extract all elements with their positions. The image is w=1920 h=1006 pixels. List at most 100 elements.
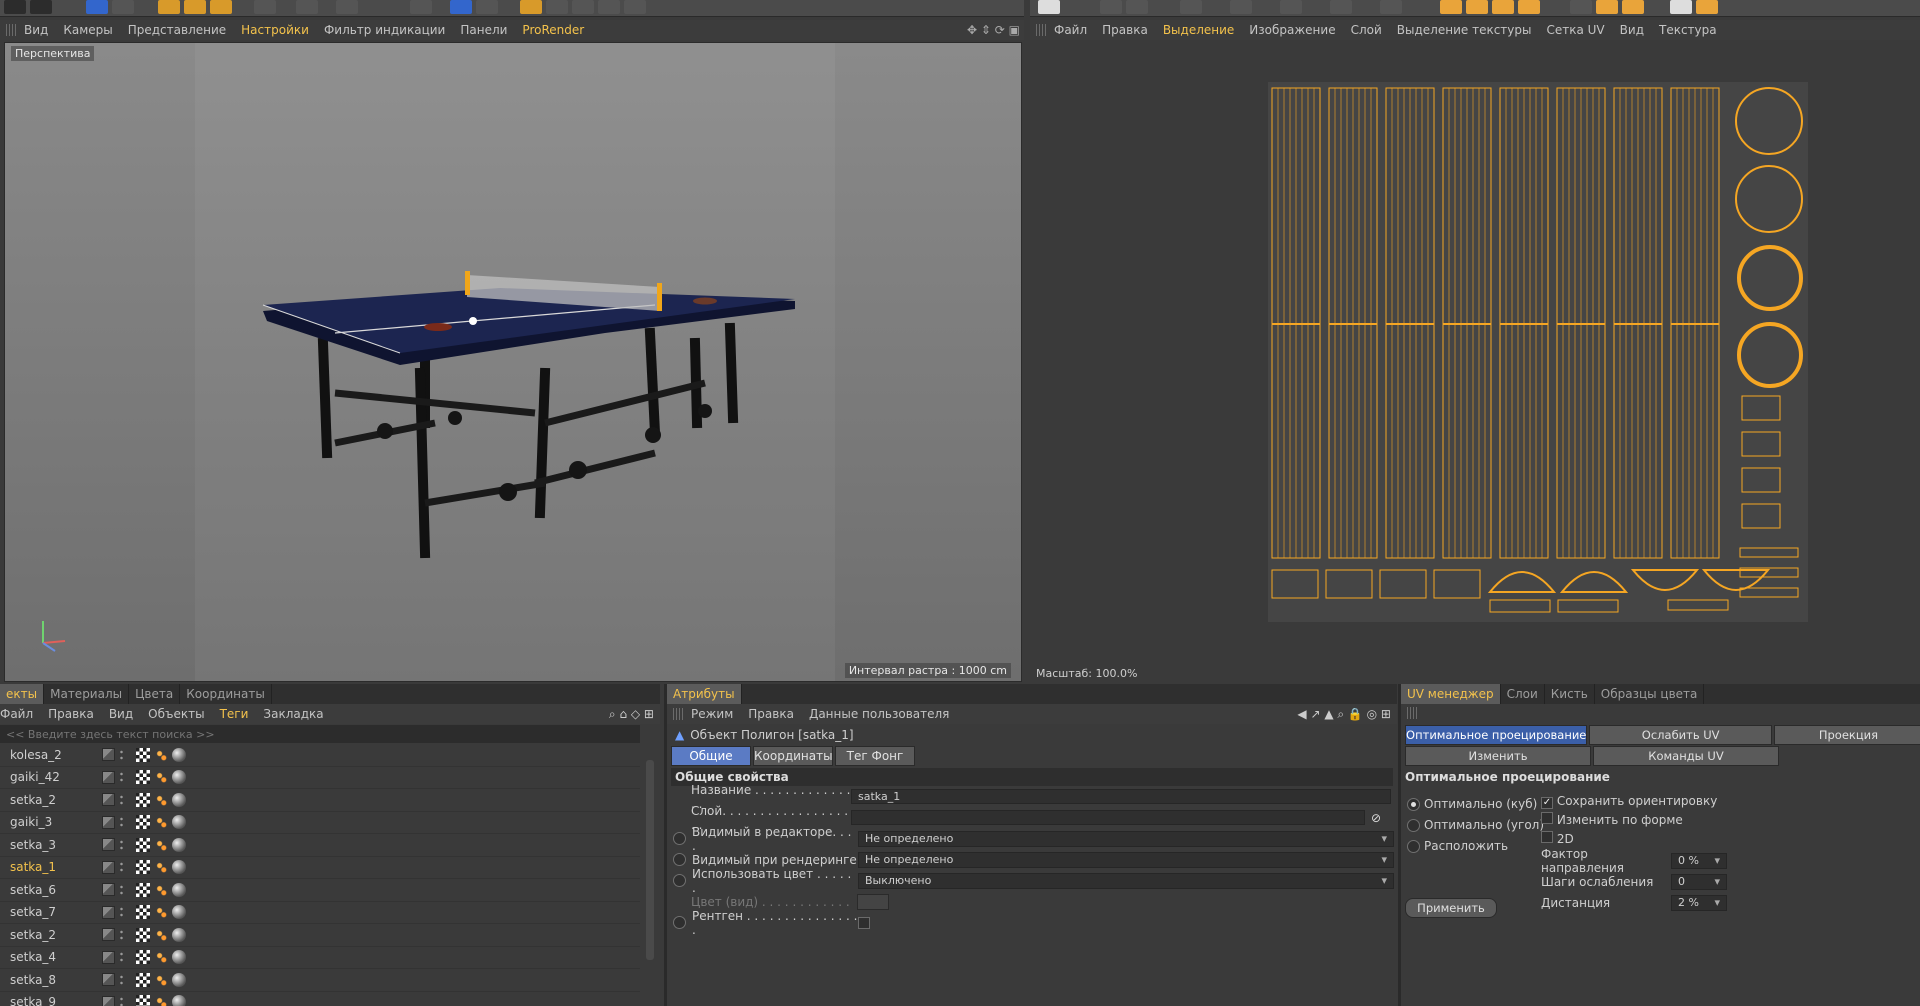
material-tag-icon[interactable] <box>172 747 186 762</box>
anim-key-icon[interactable] <box>673 853 686 866</box>
texture-tag-icon[interactable] <box>136 972 150 987</box>
checkbox[interactable] <box>1541 831 1553 843</box>
visibility-dots-icon[interactable] <box>119 928 124 941</box>
material-tag-icon[interactable] <box>172 792 186 807</box>
brush-icon[interactable] <box>1670 0 1692 14</box>
material-tag-icon[interactable] <box>172 837 186 852</box>
material-tag-icon[interactable] <box>172 882 186 897</box>
uv-mode-icon[interactable] <box>1440 0 1462 14</box>
uv-menu-texture[interactable]: Текстура <box>1659 23 1717 37</box>
render-icon[interactable] <box>336 0 358 14</box>
texture-tag-icon[interactable] <box>136 860 150 875</box>
subtab-phong-tag[interactable]: Тег Фонг <box>835 745 915 766</box>
live-select-icon[interactable] <box>112 0 134 14</box>
texture-tag-icon[interactable] <box>136 905 150 920</box>
uvw-tag-icon[interactable] <box>154 792 168 807</box>
visibility-dots-icon[interactable] <box>119 861 124 874</box>
object-row[interactable]: setka_2 <box>0 789 640 812</box>
material-tag-icon[interactable] <box>172 972 186 987</box>
layer-icon[interactable] <box>102 973 115 987</box>
layer-icon[interactable] <box>102 905 115 919</box>
name-input[interactable] <box>851 789 1391 804</box>
scale-tool-icon[interactable] <box>184 0 206 14</box>
material-tag-icon[interactable] <box>172 905 186 920</box>
optimal-mapping-button[interactable]: Оптимальное проецирование <box>1405 725 1588 745</box>
objects-search-icons[interactable]: ⌕ ⌂ ◇ ⊞ <box>609 707 654 722</box>
obj-menu-objects[interactable]: Объекты <box>148 707 204 721</box>
uvw-tag-icon[interactable] <box>154 972 168 987</box>
relax-icon[interactable] <box>1596 0 1618 14</box>
render-settings-icon[interactable] <box>476 0 498 14</box>
direction-factor-input[interactable]: 0 % <box>1671 852 1727 869</box>
rotate-tool-icon[interactable] <box>210 0 232 14</box>
uv-menu-file[interactable]: Файл <box>1054 23 1087 37</box>
material-tag-icon[interactable] <box>172 770 186 785</box>
visibility-dots-icon[interactable] <box>119 883 124 896</box>
attr-menu-mode[interactable]: Режим <box>691 707 733 721</box>
uv-canvas[interactable] <box>1268 82 1808 622</box>
texture-tag-icon[interactable] <box>136 815 150 830</box>
uv-polygons-icon[interactable] <box>1330 0 1352 14</box>
apply-button[interactable]: Применить <box>1405 898 1497 918</box>
menu-view[interactable]: Вид <box>24 23 48 37</box>
texture-tag-icon[interactable] <box>136 792 150 807</box>
material-tag-icon[interactable] <box>172 950 186 965</box>
texture-tag-icon[interactable] <box>136 837 150 852</box>
layer-icon[interactable] <box>102 995 115 1006</box>
object-row[interactable]: setka_3 <box>0 834 640 857</box>
layer-icon[interactable] <box>102 770 115 784</box>
layer-icon[interactable] <box>102 950 115 964</box>
visibility-dots-icon[interactable] <box>119 816 124 829</box>
uv-commands-button[interactable]: Команды UV <box>1593 746 1779 766</box>
texture-tag-icon[interactable] <box>136 770 150 785</box>
visibility-dots-icon[interactable] <box>119 996 124 1006</box>
tab-colors[interactable]: Цвета <box>129 684 181 704</box>
check-preserve-orientation[interactable]: ✓ Сохранить ориентировку <box>1541 792 1717 811</box>
uv-tool-icon[interactable] <box>1570 0 1592 14</box>
uv-points-icon[interactable] <box>1230 0 1252 14</box>
objects-scrollbar[interactable] <box>646 760 654 960</box>
visibility-dots-icon[interactable] <box>119 906 124 919</box>
objects-search-input[interactable] <box>0 725 640 743</box>
radio-optimal-angle[interactable]: Оптимально (угол) <box>1407 815 1544 836</box>
tab-attributes[interactable]: Атрибуты <box>667 684 742 704</box>
redo-icon[interactable] <box>30 0 52 14</box>
uvw-tag-icon[interactable] <box>154 995 168 1006</box>
array-icon[interactable] <box>598 0 620 14</box>
obj-menu-file[interactable]: Файл <box>0 707 33 721</box>
menu-display[interactable]: Представление <box>128 23 226 37</box>
attr-menu-user-data[interactable]: Данные пользователя <box>809 707 949 721</box>
object-row[interactable]: setka_2 <box>0 924 640 947</box>
object-row[interactable]: setka_8 <box>0 969 640 992</box>
menu-prorender[interactable]: ProRender <box>522 23 584 37</box>
relax-uv-button[interactable]: Ослабить UV <box>1589 725 1772 745</box>
checkbox[interactable] <box>1541 812 1553 824</box>
object-row[interactable]: kolesa_2 <box>0 744 640 767</box>
visibility-dots-icon[interactable] <box>119 951 124 964</box>
visibility-dots-icon[interactable] <box>119 793 124 806</box>
layer-input[interactable] <box>851 810 1365 825</box>
radio-dot[interactable] <box>1407 798 1420 811</box>
select-tool-icon[interactable] <box>86 0 108 14</box>
uvw-tag-icon[interactable] <box>154 837 168 852</box>
visibility-dots-icon[interactable] <box>119 748 124 761</box>
texture-tag-icon[interactable] <box>136 927 150 942</box>
texture-tag-icon[interactable] <box>136 882 150 897</box>
uv-menu-uv-mesh[interactable]: Сетка UV <box>1546 23 1604 37</box>
menu-cameras[interactable]: Камеры <box>63 23 112 37</box>
uvw-tag-icon[interactable] <box>154 927 168 942</box>
object-row[interactable]: setka_4 <box>0 947 640 969</box>
layer-icon[interactable] <box>102 815 115 829</box>
menu-options[interactable]: Настройки <box>241 23 309 37</box>
anim-key-icon[interactable] <box>673 832 686 845</box>
render-active-icon[interactable] <box>450 0 472 14</box>
uv-edges-icon[interactable] <box>1280 0 1302 14</box>
uv-menu-image[interactable]: Изображение <box>1249 23 1335 37</box>
uvw-tag-icon[interactable] <box>154 950 168 965</box>
uv-mode-2-icon[interactable] <box>1466 0 1488 14</box>
obj-menu-edit[interactable]: Правка <box>48 707 94 721</box>
use-color-dropdown[interactable]: Выключено <box>858 872 1394 889</box>
uv-menu-layer[interactable]: Слой <box>1351 23 1382 37</box>
subdivision-icon[interactable] <box>572 0 594 14</box>
check-stretch-to-fit[interactable]: Изменить по форме <box>1541 811 1717 830</box>
